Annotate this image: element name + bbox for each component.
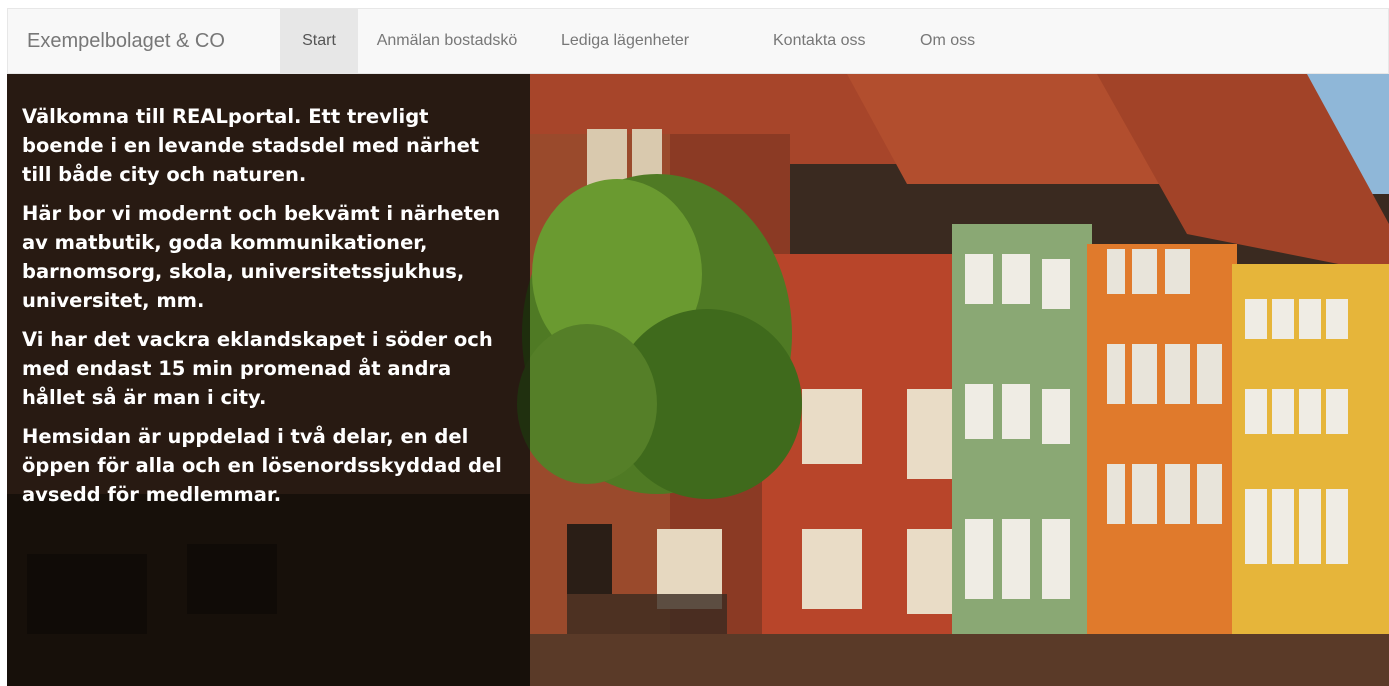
- hero-paragraph-living: Här bor vi modernt och bekvämt i närhete…: [22, 202, 501, 312]
- nav-item-anmalan-bostadsko[interactable]: Anmälan bostadskö: [358, 9, 536, 73]
- hero-paragraph-welcome: Välkomna till REALportal. Ett trevligt b…: [22, 105, 480, 186]
- nav-item-om-oss[interactable]: Om oss: [920, 9, 1000, 73]
- hero-paragraph-landscape: Vi har det vackra eklandskapet i söder o…: [22, 328, 493, 409]
- top-navbar: Exempelbolaget & CO Start Anmälan bostad…: [7, 8, 1389, 74]
- nav-item-start[interactable]: Start: [280, 9, 358, 73]
- brand-link[interactable]: Exempelbolaget & CO: [27, 9, 225, 73]
- page: Exempelbolaget & CO Start Anmälan bostad…: [0, 0, 1389, 686]
- hero-section: Välkomna till REALportal. Ett trevligt b…: [7, 74, 1389, 686]
- nav-item-lediga-lagenheter[interactable]: Lediga lägenheter: [561, 9, 739, 73]
- nav-item-kontakta-oss[interactable]: Kontakta oss: [773, 9, 893, 73]
- hero-text: Välkomna till REALportal. Ett trevligt b…: [22, 102, 502, 519]
- hero-paragraph-site-info: Hemsidan är uppdelad i två delar, en del…: [22, 425, 502, 506]
